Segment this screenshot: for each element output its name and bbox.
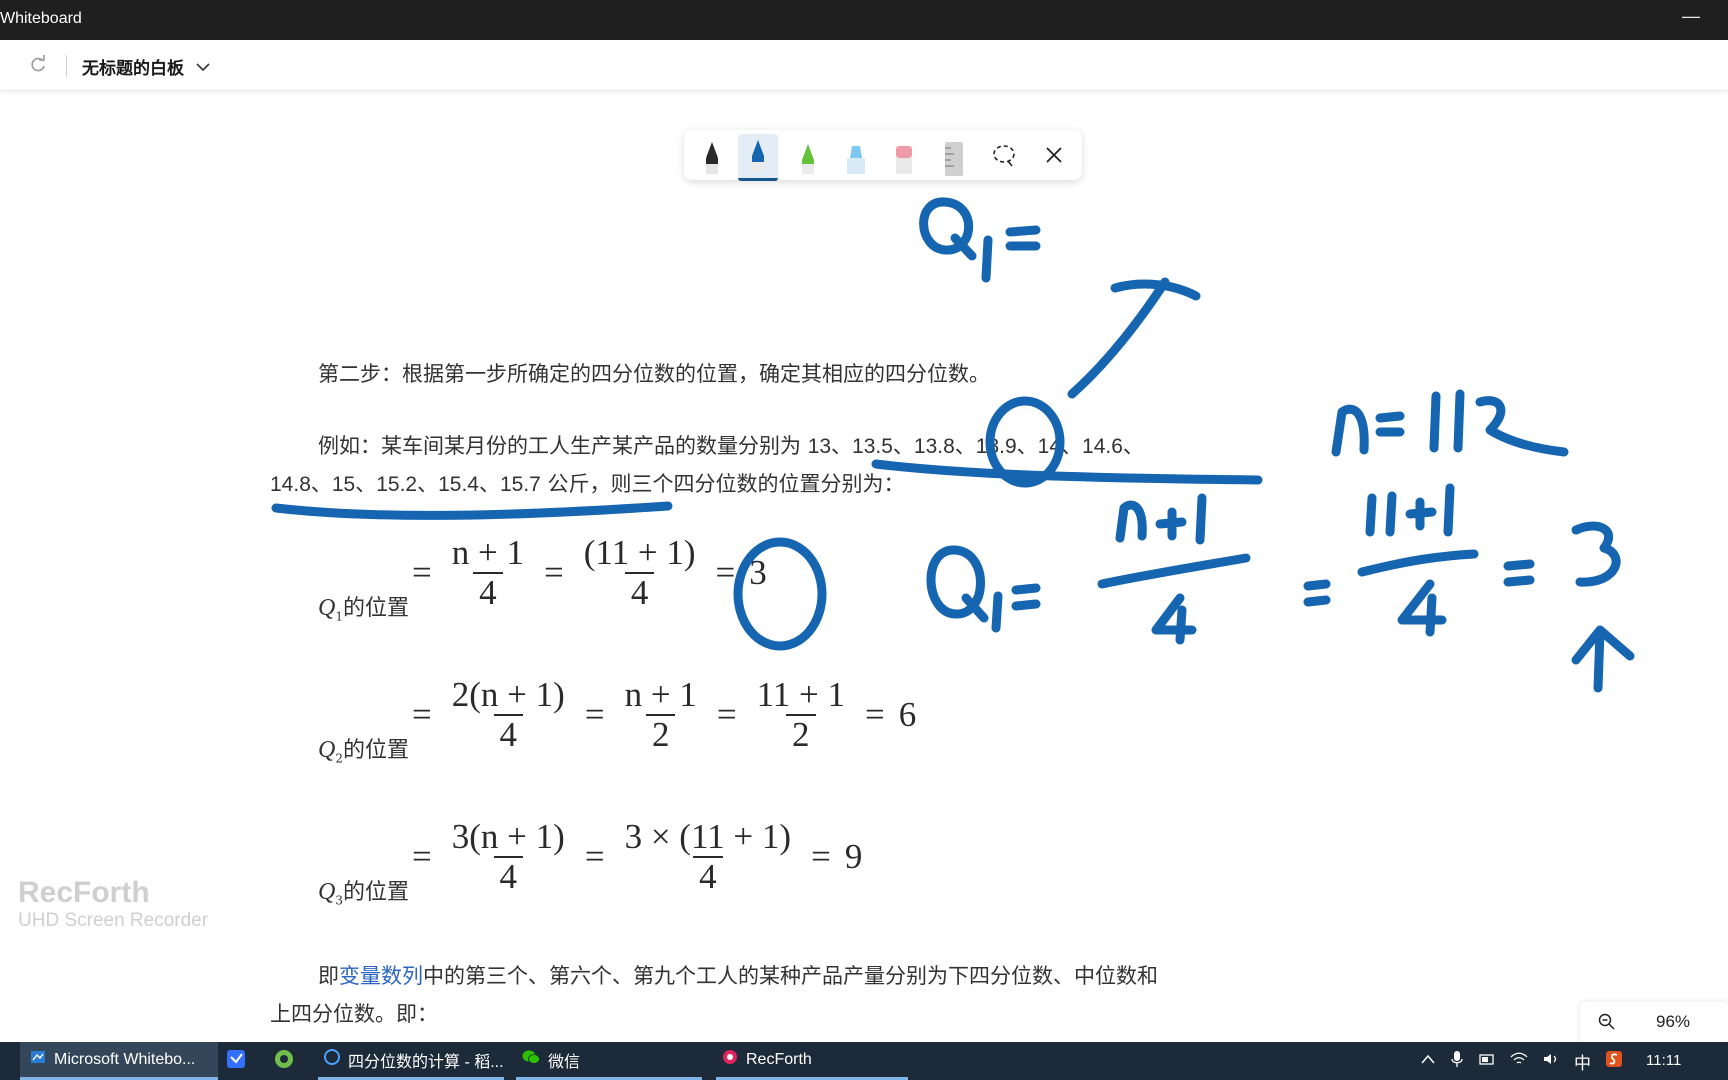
record-icon (722, 1049, 738, 1070)
toolbar-divider (66, 55, 67, 77)
q2-frac3-num: 11 + 1 (756, 675, 846, 714)
example-numbers-line2: 14.8、15、15.2、15.4、15.7 (270, 473, 541, 496)
document-canvas: 第二步：根据第一步所确定的四分位数的位置，确定其相应的四分位数。 例如：某车间某… (0, 92, 1728, 1042)
taskbar-app-chrome[interactable] (274, 1042, 304, 1080)
taskbar-label: Microsoft Whitebo... (54, 1050, 196, 1068)
minimize-button[interactable]: — (1682, 6, 1700, 27)
system-tray: 中 (1420, 1042, 1623, 1080)
chrome-icon (274, 1049, 294, 1074)
q3-frac1-num: 3(n + 1) (451, 817, 565, 856)
example-paragraph-line2: 14.8、15、15.2、15.4、15.7 公斤，则三个四分位数的位置分别为： (270, 468, 905, 498)
recforth-watermark: RecForth UHD Screen Recorder (18, 876, 209, 931)
volume-icon[interactable] (1542, 1052, 1560, 1071)
sogou-icon[interactable] (1605, 1050, 1623, 1073)
q2-frac2-den: 2 (645, 714, 676, 754)
example-prefix: 例如：某车间某月份的工人生产某产品的数量分别为 (318, 434, 808, 458)
app-bar: 无标题的白板 (0, 40, 1728, 91)
battery-icon[interactable] (1478, 1052, 1496, 1071)
q3-formula: = 3(n + 1) 4 = 3 × (11 + 1) 4 = 9 (412, 817, 863, 896)
clock[interactable]: 11:11 (1646, 1052, 1681, 1069)
feishu-icon (226, 1049, 246, 1074)
redo-icon[interactable] (28, 54, 48, 79)
q2-label: Q2的位置 (318, 737, 409, 766)
q1-formula: = n + 14 = (11 + 1) 4 = 3 (412, 533, 767, 612)
taskbar-app-wechat[interactable]: 微信 (516, 1042, 702, 1080)
q2-result: 6 (898, 695, 917, 734)
taskbar-label: 微信 (548, 1053, 581, 1071)
q2-frac2-num: n + 1 (624, 675, 697, 714)
example-unit: 公斤， (540, 472, 611, 496)
q1-result: 3 (749, 553, 767, 592)
q3-frac2-den: 4 (693, 856, 723, 896)
example-numbers-line1: 13、13.5、13.8、13.9、14、14.6、 (807, 435, 1144, 458)
taskbar-app-feishu[interactable] (226, 1042, 256, 1080)
taskbar-label: 四分位数的计算 - 稻... (348, 1053, 504, 1071)
step2-paragraph: 第二步：根据第一步所确定的四分位数的位置，确定其相应的四分位数。 (318, 362, 990, 386)
zoom-control[interactable]: 96% (1580, 1002, 1728, 1042)
chevron-down-icon[interactable] (196, 59, 210, 77)
window-title: Whiteboard (0, 10, 82, 27)
chevron-up-icon[interactable] (1420, 1052, 1436, 1070)
browser-icon (324, 1049, 340, 1070)
q2-formula: = 2(n + 1) 4 = n + 12 = 11 + 12 = 6 (412, 675, 917, 754)
q1-frac1-den: 4 (473, 572, 503, 612)
q1-frac1-num: n + 1 (451, 533, 524, 572)
example-suffix: 则三个四分位数的位置分别为： (610, 472, 905, 496)
taskbar-app-whiteboard[interactable]: Microsoft Whitebo... (20, 1042, 218, 1080)
whiteboard-icon (30, 1049, 46, 1070)
q1-label: Q1的位置 (318, 595, 409, 624)
microphone-icon[interactable] (1450, 1050, 1464, 1073)
q2-frac3-den: 2 (786, 714, 816, 754)
conclusion-paragraph-line2: 上四分位数。即： (270, 1002, 438, 1026)
taskbar-app-browser[interactable]: 四分位数的计算 - 稻... (318, 1042, 504, 1080)
q2-frac1-den: 4 (493, 714, 524, 754)
q3-frac2-num: 3 × (11 + 1) (624, 817, 792, 856)
example-paragraph: 例如：某车间某月份的工人生产某产品的数量分别为 13、13.5、13.8、13.… (318, 430, 1144, 460)
ime-indicator[interactable]: 中 (1574, 1049, 1591, 1074)
q2-frac1-num: 2(n + 1) (451, 675, 565, 714)
taskbar-app-recforth[interactable]: RecForth (716, 1042, 908, 1080)
q1-frac2-num: (11 + 1) (583, 533, 696, 572)
conclusion-paragraph: 即变量数列中的第三个、第六个、第九个工人的某种产品产量分别为下四分位数、中位数和 (318, 964, 1158, 988)
wechat-icon (522, 1049, 540, 1070)
q1-frac2-den: 4 (624, 572, 655, 612)
board-title[interactable]: 无标题的白板 (82, 54, 184, 79)
q3-result: 9 (844, 837, 863, 876)
zoom-out-icon[interactable] (1598, 1013, 1616, 1036)
q3-label: Q3的位置 (318, 879, 409, 908)
wifi-icon[interactable] (1510, 1052, 1528, 1071)
zoom-level: 96% (1656, 1012, 1691, 1031)
variable-series-link[interactable]: 变量数列 (339, 964, 423, 988)
taskbar: Microsoft Whitebo... 四分位数的计算 - 稻... 微信 R… (0, 1042, 1728, 1080)
q3-frac1-den: 4 (493, 856, 524, 896)
taskbar-label: RecForth (746, 1050, 812, 1068)
title-bar: Whiteboard — (0, 0, 1728, 40)
